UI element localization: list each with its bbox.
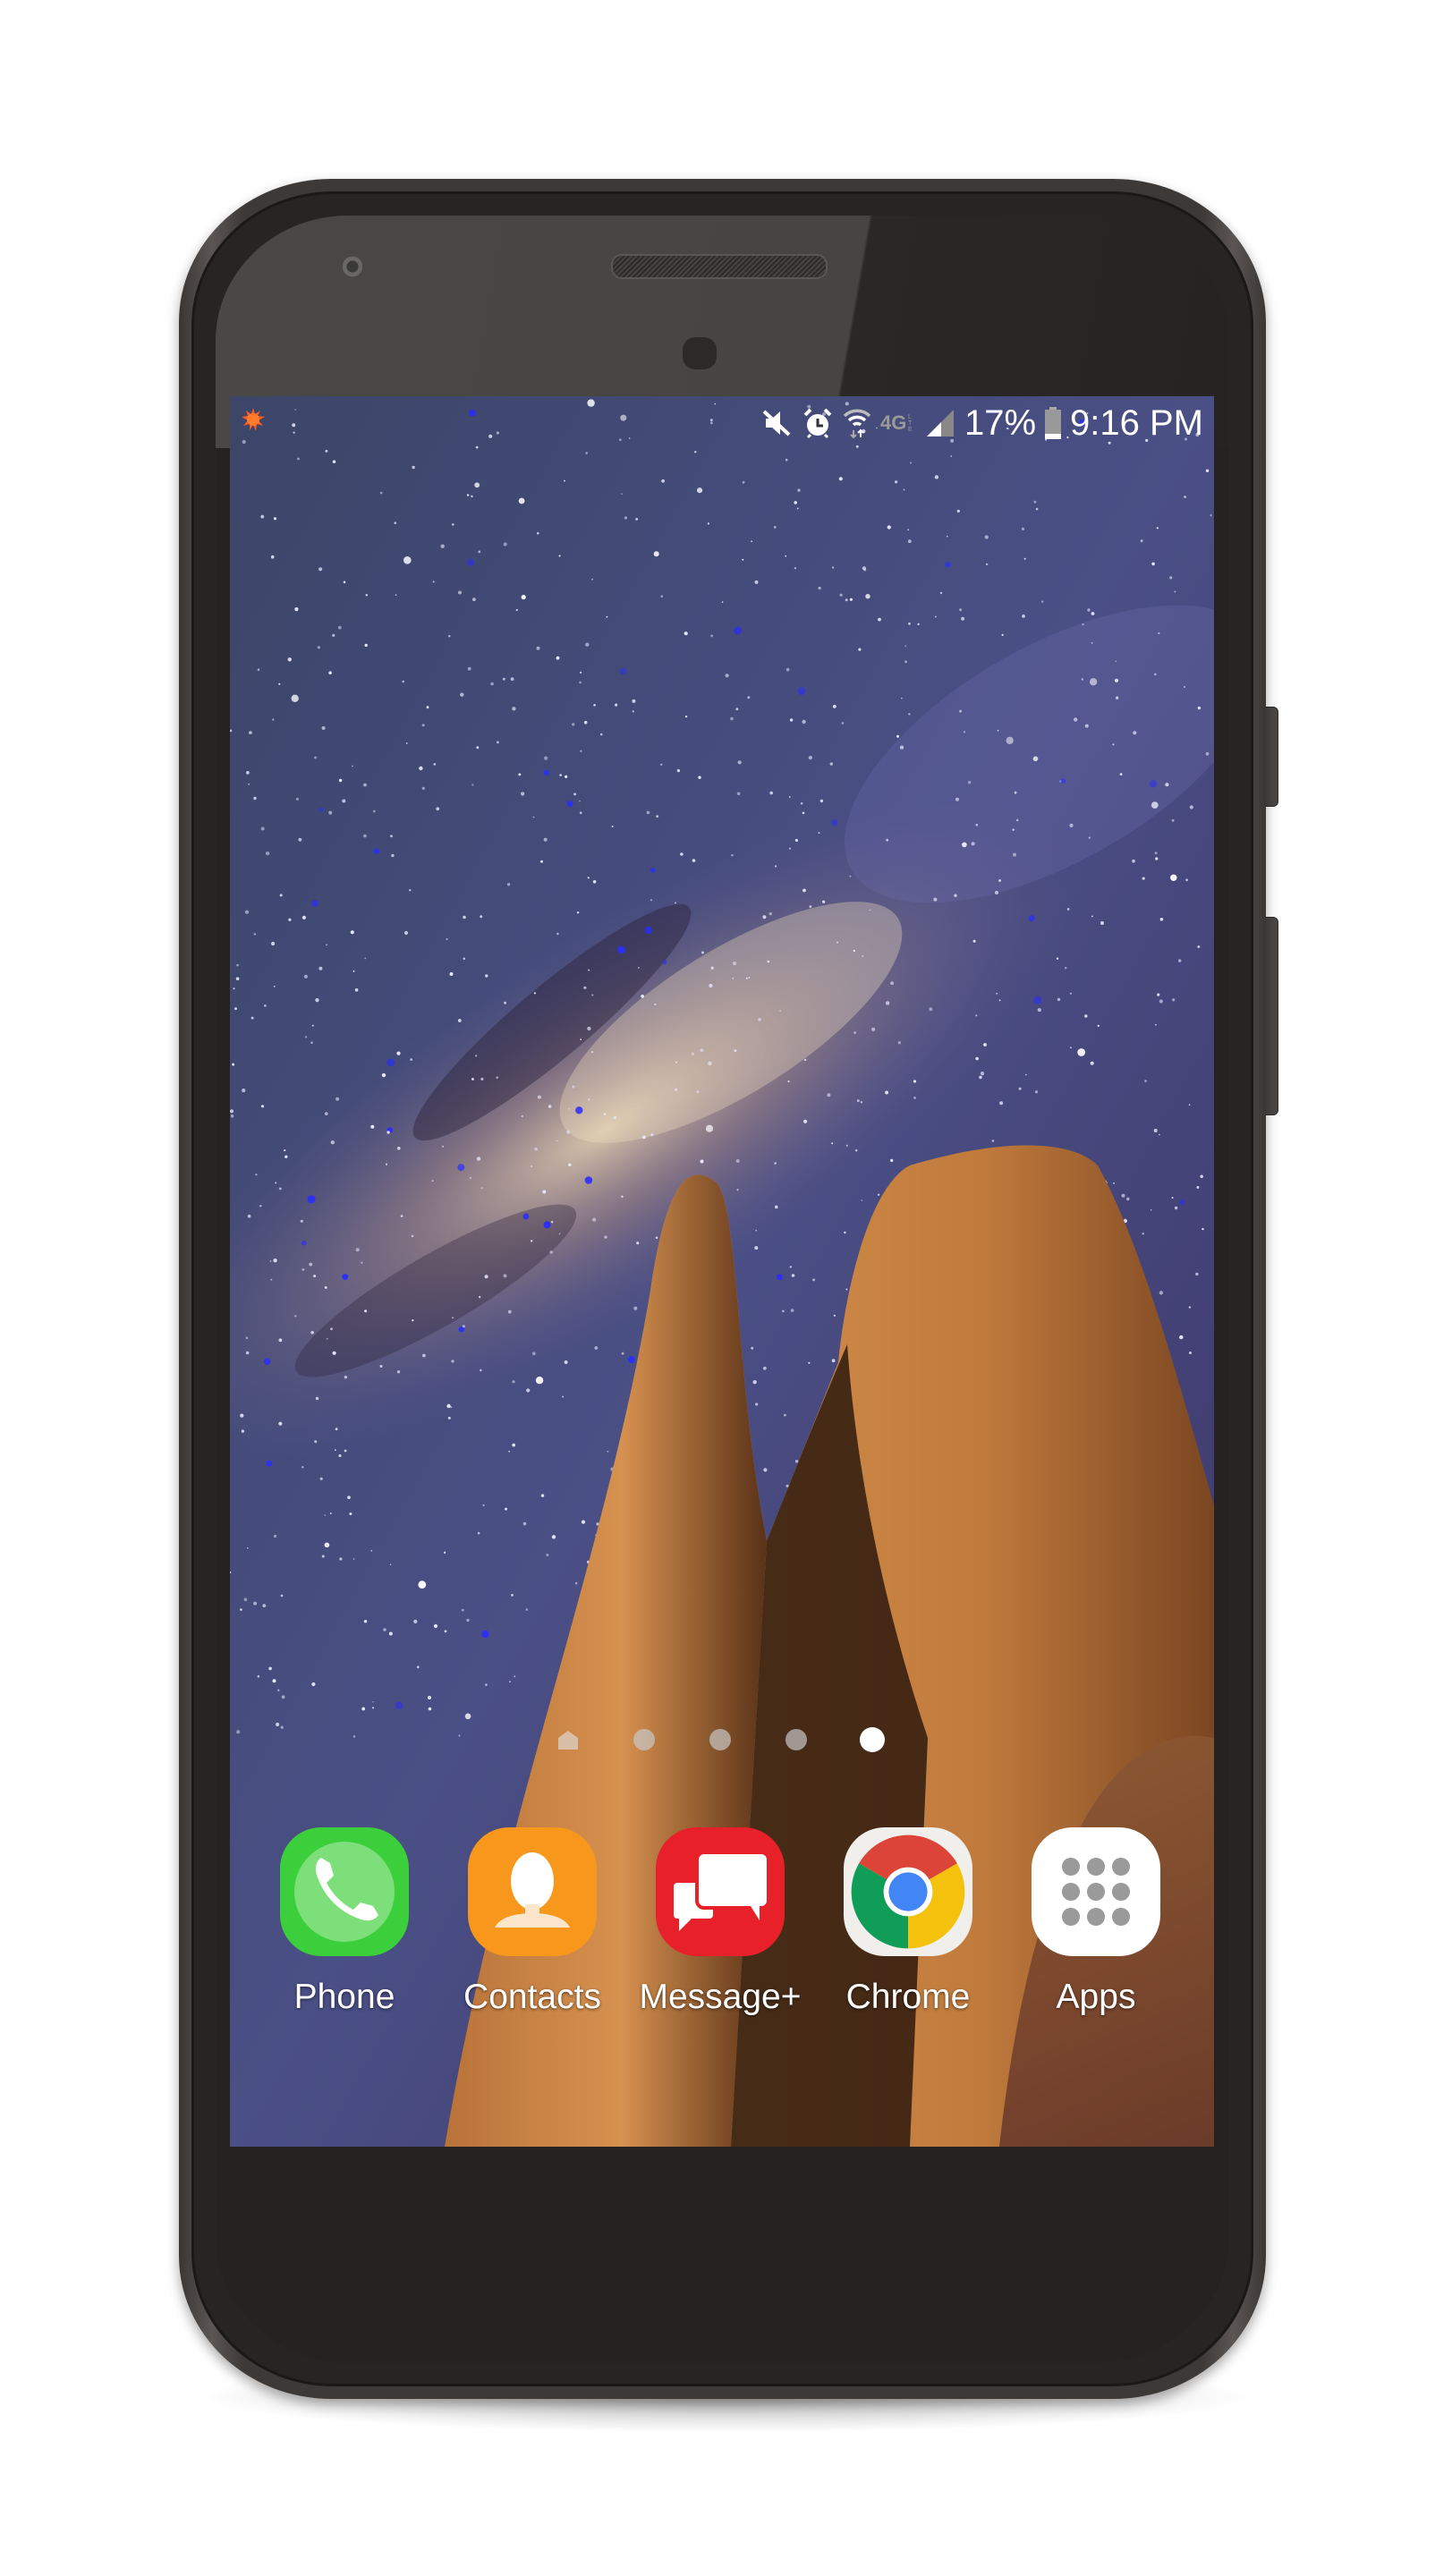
app-label: Chrome: [845, 1978, 971, 2016]
status-bar[interactable]: 4G L T E 17% 9:16 PM: [230, 396, 1214, 450]
chrome-logo-icon: [851, 1835, 965, 1949]
chat-bubbles-icon: [670, 1851, 770, 1931]
page-dot-4[interactable]: [785, 1729, 807, 1750]
app-label: Contacts: [463, 1978, 601, 2016]
app-messages[interactable]: Message+: [626, 1827, 814, 2016]
home-page-indicator-icon[interactable]: [557, 1729, 579, 1750]
grid-dots-icon: [1062, 1858, 1130, 1926]
earpiece-speaker: [611, 254, 828, 279]
app-drawer[interactable]: Apps: [1002, 1827, 1190, 2016]
alarm-icon: [803, 408, 832, 439]
phone-app-icon[interactable]: [280, 1827, 409, 1956]
4g-lte-icon: 4G L T E: [880, 411, 913, 434]
app-contacts[interactable]: Contacts: [438, 1827, 626, 2016]
apps-drawer-icon[interactable]: [1032, 1827, 1160, 1956]
battery-icon: [1045, 407, 1062, 439]
wifi-icon: [843, 409, 871, 439]
battery-percent: 17%: [964, 403, 1037, 443]
proximity-sensor: [683, 337, 717, 369]
app-label: Phone: [293, 1978, 395, 2016]
phone-handset-icon: [294, 1842, 395, 1942]
page-indicator: [230, 1725, 1214, 1752]
volume-button[interactable]: [1264, 917, 1278, 1115]
notification-sun-icon: [242, 408, 265, 431]
app-phone[interactable]: Phone: [250, 1827, 438, 2016]
page-dot-2[interactable]: [633, 1729, 655, 1750]
svg-text:E: E: [908, 427, 913, 433]
app-chrome[interactable]: Chrome: [814, 1827, 1002, 2016]
app-dock: Phone Contacts Message+ Chrome Apps: [230, 1827, 1214, 2016]
chrome-app-icon[interactable]: [844, 1827, 972, 1956]
person-icon: [495, 1852, 570, 1928]
status-icons: 4G L T E 17% 9:16 PM: [762, 396, 1203, 450]
svg-text:T: T: [908, 420, 913, 427]
clock: 9:16 PM: [1070, 403, 1203, 443]
front-camera: [343, 253, 362, 280]
app-label: Apps: [1056, 1978, 1136, 2016]
home-screen: 4G L T E 17% 9:16 PM Phone Contacts Mess…: [230, 396, 1214, 2147]
app-label: Message+: [639, 1978, 802, 2016]
signal-icon: [926, 410, 954, 436]
contacts-app-icon[interactable]: [468, 1827, 597, 1956]
page-dot-5-active[interactable]: [860, 1727, 885, 1752]
messages-app-icon[interactable]: [656, 1827, 785, 1956]
svg-text:L: L: [908, 414, 912, 420]
svg-text:4G: 4G: [880, 411, 906, 434]
vibrate-mute-icon: [762, 410, 791, 436]
power-button[interactable]: [1264, 707, 1278, 807]
page-dot-3[interactable]: [709, 1729, 731, 1750]
